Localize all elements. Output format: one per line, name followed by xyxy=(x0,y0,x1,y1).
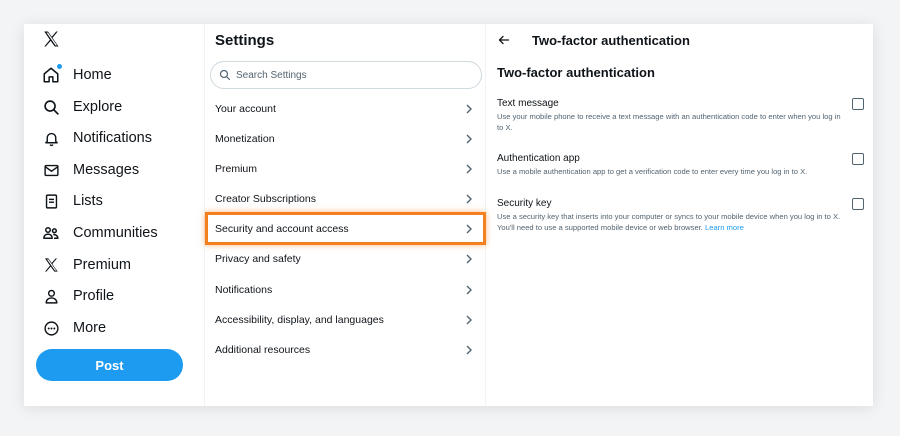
person-icon xyxy=(40,285,62,307)
list-icon xyxy=(40,190,62,212)
nav-item-home[interactable]: Home xyxy=(40,62,112,88)
primary-nav: Home Explore Notifications Messages List xyxy=(24,24,205,406)
settings-item-premium[interactable]: Premium xyxy=(205,154,486,184)
detail-header: Two-factor authentication xyxy=(532,33,690,48)
nav-item-explore[interactable]: Explore xyxy=(40,94,122,120)
people-icon xyxy=(40,222,62,244)
detail-title: Two-factor authentication xyxy=(497,65,655,80)
settings-item-label: Additional resources xyxy=(215,344,311,356)
security-key-checkbox[interactable] xyxy=(852,198,864,210)
nav-item-label: Communities xyxy=(73,225,158,241)
chevron-right-icon xyxy=(464,345,474,355)
nav-item-premium[interactable]: Premium xyxy=(40,252,131,278)
settings-item-label: Monetization xyxy=(215,133,275,145)
settings-item-security[interactable]: Security and account access xyxy=(205,214,486,244)
settings-item-your-account[interactable]: Your account xyxy=(205,94,486,124)
settings-item-label: Your account xyxy=(215,103,276,115)
option-description-text: Use a security key that inserts into you… xyxy=(497,212,841,232)
settings-item-accessibility[interactable]: Accessibility, display, and languages xyxy=(205,305,486,335)
settings-item-additional-resources[interactable]: Additional resources xyxy=(205,335,486,365)
bell-icon xyxy=(40,127,62,149)
option-description: Use a security key that inserts into you… xyxy=(497,212,845,233)
option-text-message: Text message Use your mobile phone to re… xyxy=(497,98,864,133)
settings-item-label: Privacy and safety xyxy=(215,253,301,265)
detail-panel: Two-factor authentication Two-factor aut… xyxy=(486,24,873,406)
settings-search[interactable] xyxy=(210,61,482,89)
option-title: Text message xyxy=(497,98,559,109)
authentication-app-checkbox[interactable] xyxy=(852,153,864,165)
learn-more-link[interactable]: Learn more xyxy=(705,223,744,232)
chevron-right-icon xyxy=(464,194,474,204)
settings-column: Settings Your account Monetization Premi… xyxy=(205,24,486,406)
nav-item-messages[interactable]: Messages xyxy=(40,157,139,183)
nav-item-lists[interactable]: Lists xyxy=(40,188,103,214)
option-authentication-app: Authentication app Use a mobile authenti… xyxy=(497,153,864,178)
nav-item-notifications[interactable]: Notifications xyxy=(40,125,152,151)
nav-item-label: Explore xyxy=(73,99,123,115)
nav-item-label: Notifications xyxy=(73,130,152,146)
settings-title: Settings xyxy=(215,32,275,49)
notification-dot xyxy=(57,64,62,69)
envelope-icon xyxy=(40,159,62,181)
settings-item-creator-subscriptions[interactable]: Creator Subscriptions xyxy=(205,184,486,214)
nav-item-more[interactable]: More xyxy=(40,315,106,341)
chevron-right-icon xyxy=(464,134,474,144)
x-logo-icon[interactable] xyxy=(42,30,64,52)
nav-item-label: More xyxy=(73,320,107,336)
option-description: Use a mobile authentication app to get a… xyxy=(497,167,808,176)
settings-item-notifications[interactable]: Notifications xyxy=(205,275,486,305)
search-icon xyxy=(219,69,231,81)
settings-item-label: Notifications xyxy=(215,284,273,296)
settings-item-label: Premium xyxy=(215,163,258,175)
app-window: Home Explore Notifications Messages List xyxy=(24,24,873,406)
nav-item-profile[interactable]: Profile xyxy=(40,283,114,309)
settings-item-privacy[interactable]: Privacy and safety xyxy=(205,244,486,274)
x-logo-icon xyxy=(40,254,62,276)
home-icon xyxy=(40,64,62,86)
settings-item-label: Security and account access xyxy=(215,223,349,235)
nav-item-label: Lists xyxy=(73,193,103,209)
option-title: Authentication app xyxy=(497,153,580,164)
chevron-right-icon xyxy=(464,104,474,114)
option-description: Use your mobile phone to receive a text … xyxy=(497,112,841,132)
option-title: Security key xyxy=(497,198,552,209)
nav-item-label: Home xyxy=(73,67,112,83)
nav-item-communities[interactable]: Communities xyxy=(40,220,158,246)
back-arrow-icon[interactable] xyxy=(498,34,510,46)
chevron-right-icon xyxy=(464,315,474,325)
more-circle-icon xyxy=(40,317,62,339)
option-security-key: Security key Use a security key that ins… xyxy=(497,198,864,233)
nav-item-label: Premium xyxy=(73,257,132,273)
text-message-checkbox[interactable] xyxy=(852,98,864,110)
chevron-right-icon xyxy=(464,224,474,234)
chevron-right-icon xyxy=(464,285,474,295)
search-input[interactable] xyxy=(236,69,456,81)
nav-item-label: Messages xyxy=(73,162,140,178)
post-button[interactable]: Post xyxy=(36,349,183,381)
settings-item-label: Accessibility, display, and languages xyxy=(215,314,384,326)
chevron-right-icon xyxy=(464,164,474,174)
settings-item-monetization[interactable]: Monetization xyxy=(205,124,486,154)
settings-item-label: Creator Subscriptions xyxy=(215,193,316,205)
chevron-right-icon xyxy=(464,254,474,264)
search-icon xyxy=(40,96,62,118)
nav-item-label: Profile xyxy=(73,288,115,304)
